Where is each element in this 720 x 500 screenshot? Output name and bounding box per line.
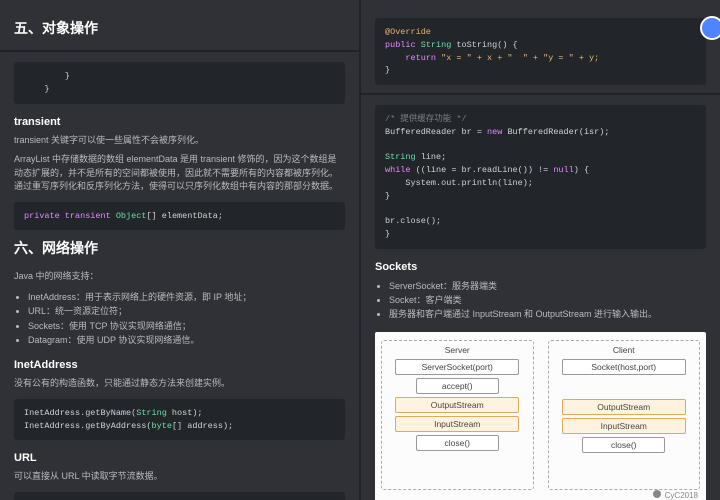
diagram-brand: CyC2018 [652,489,698,500]
heading-url: URL [14,452,345,464]
dia-box: close() [416,435,499,451]
dia-box: InputStream [395,416,519,432]
dia-box: accept() [416,378,499,394]
code-transient[interactable]: private transient Object[] elementData; [14,202,345,231]
list-item: Sockets：使用 TCP 协议实现网络通信； [28,319,345,333]
code-tostring[interactable]: @Override public String toString() { ret… [375,18,706,85]
divider [361,93,720,95]
dia-box: Socket(host,port) [562,359,686,375]
left-pane: 五、对象操作 } } transient transient 关键字可以使一些属… [0,0,361,500]
code-url[interactable]: public static void main(String[] args) t… [14,492,345,500]
code-inet[interactable]: InetAddress.getByName(String host); Inet… [14,399,345,441]
heading-sockets: Sockets [375,261,706,273]
list-item: ServerSocket：服务器端类 [389,279,706,293]
dia-box: close() [582,437,665,453]
right-content: @Override public String toString() { ret… [361,0,720,500]
net-list: InetAddress：用于表示网络上的硬件资源，即 IP 地址； URL：统一… [28,290,345,348]
dia-box: OutputStream [395,397,519,413]
para-transient-2: ArrayList 中存储数据的数组 elementData 是用 transi… [14,153,345,194]
github-icon [652,489,662,499]
left-content: 五、对象操作 } } transient transient 关键字可以使一些属… [0,0,359,500]
dia-box: OutputStream [562,399,686,415]
list-item: Socket：客户端类 [389,293,706,307]
diagram-server-col: Server ServerSocket(port) accept() Outpu… [381,340,534,490]
list-item: InetAddress：用于表示网络上的硬件资源，即 IP 地址； [28,290,345,304]
type: Object [116,211,147,221]
list-item: Datagram：使用 UDP 协议实现网络通信。 [28,333,345,347]
right-pane: @Override public String toString() { ret… [361,0,720,500]
kw: private transient [24,211,111,221]
socket-diagram: Server ServerSocket(port) accept() Outpu… [375,332,706,500]
divider [0,50,359,52]
list-item: 服务器和客户端通过 InputStream 和 OutputStream 进行输… [389,307,706,321]
split-view: 五、对象操作 } } transient transient 关键字可以使一些属… [0,0,720,500]
diagram-server-title: Server [390,345,525,355]
dia-box: ServerSocket(port) [395,359,519,375]
diagram-client-col: Client Socket(host,port) OutputStream In… [548,340,701,490]
heading-network: 六、网络操作 [14,238,345,258]
dia-box: InputStream [562,418,686,434]
para-inet: 没有公有的构造函数，只能通过静态方法来创建实例。 [14,377,345,391]
list-item: URL：统一资源定位符； [28,304,345,318]
diagram-client-title: Client [557,345,692,355]
heading-inetaddress: InetAddress [14,359,345,371]
para-transient-1: transient 关键字可以使一些属性不会被序列化。 [14,134,345,148]
para-net: Java 中的网络支持： [14,270,345,284]
heading-objects: 五、对象操作 [14,18,345,38]
code-bufferedreader[interactable]: /* 提供缓存功能 */ BufferedReader br = new Buf… [375,105,706,249]
floating-action-button[interactable] [700,16,720,40]
heading-transient: transient [14,116,345,128]
code-stub[interactable]: } } [14,62,345,104]
rest: [] elementData; [146,211,223,221]
para-url: 可以直接从 URL 中读取字节流数据。 [14,470,345,484]
sockets-list: ServerSocket：服务器端类 Socket：客户端类 服务器和客户端通过… [389,279,706,322]
